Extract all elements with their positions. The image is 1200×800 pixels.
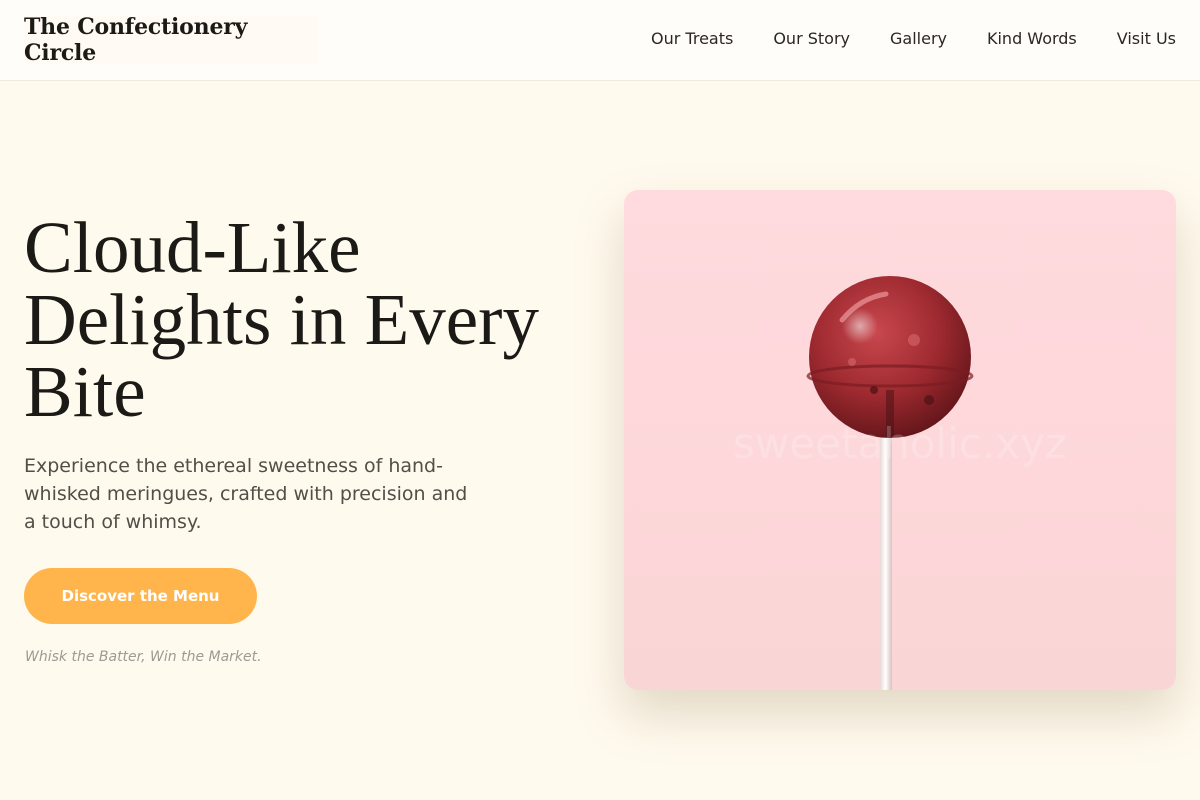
hero-image-lollipop: sweetaholic.xyz — [624, 190, 1176, 690]
brand-logo[interactable]: The Confectionery Circle — [24, 14, 318, 66]
site-header: The Confectionery Circle Our Treats Our … — [0, 0, 1200, 81]
image-watermark: sweetaholic.xyz — [733, 419, 1067, 468]
main-nav: Our Treats Our Story Gallery Kind Words … — [651, 0, 1176, 76]
hero-tagline: Whisk the Batter, Win the Market. — [25, 649, 262, 665]
discover-menu-button[interactable]: Discover the Menu — [24, 568, 257, 624]
nav-link-visit-us[interactable]: Visit Us — [1117, 29, 1176, 48]
lollipop-illustration: sweetaholic.xyz — [733, 276, 1067, 690]
nav-link-our-treats[interactable]: Our Treats — [651, 29, 733, 48]
nav-link-our-story[interactable]: Our Story — [773, 29, 850, 48]
hero-subtitle: Experience the ethereal sweetness of han… — [24, 455, 468, 533]
nav-link-kind-words[interactable]: Kind Words — [987, 29, 1077, 48]
nav-link-gallery[interactable]: Gallery — [890, 29, 947, 48]
hero-title: Cloud-Like Delights in Every Bite — [24, 207, 539, 432]
